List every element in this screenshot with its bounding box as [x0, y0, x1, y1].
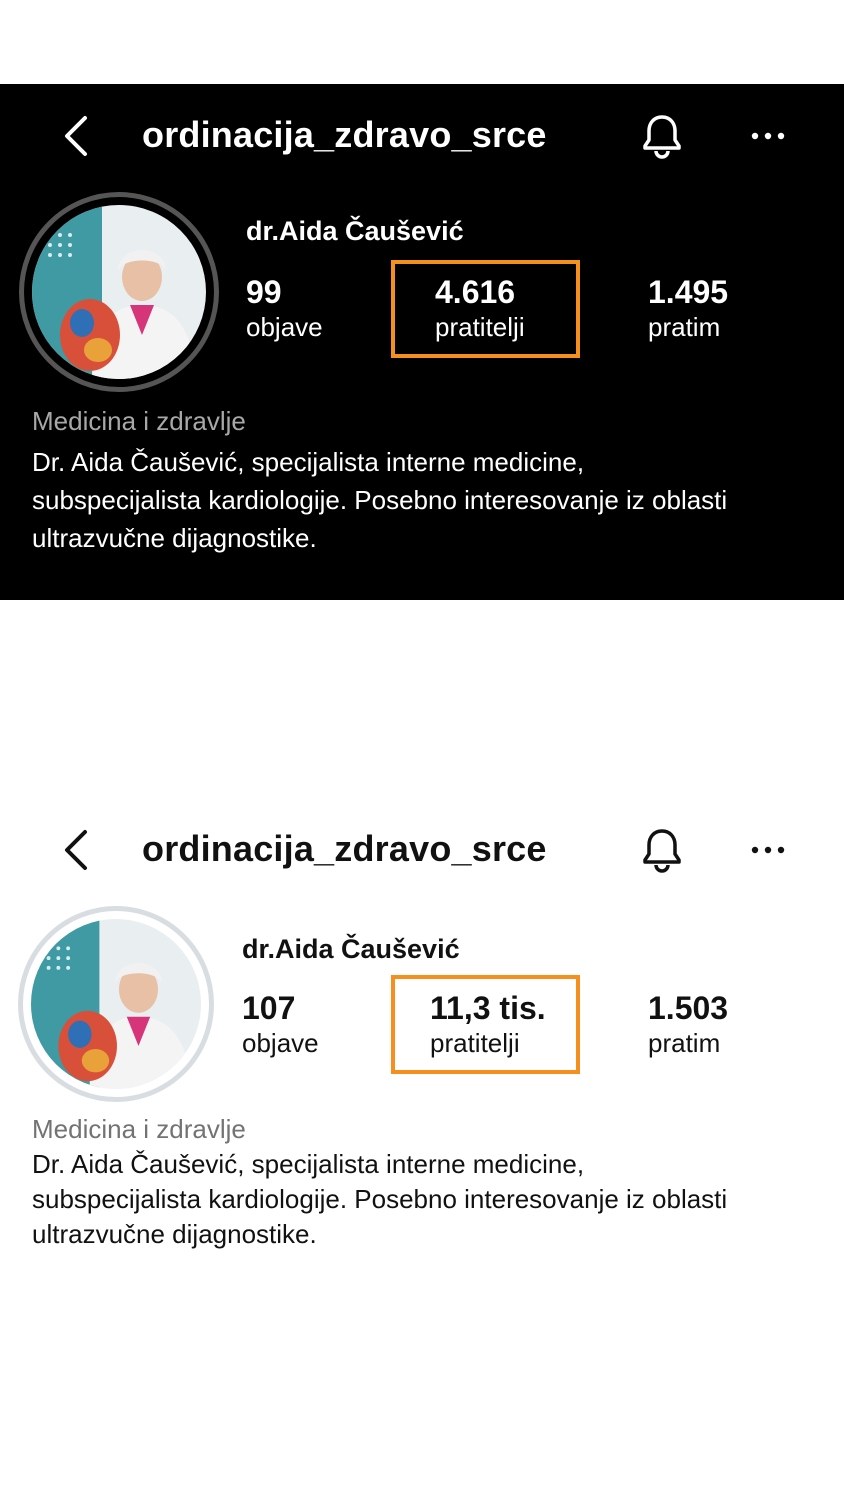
stat-posts[interactable]: 107 objave	[242, 990, 319, 1060]
chevron-left-icon	[65, 830, 87, 870]
avatar-image	[32, 205, 206, 379]
bio-line: Dr. Aida Čaušević, specijalista interne …	[32, 1149, 585, 1179]
more-options-button[interactable]	[745, 826, 791, 874]
followers-highlight-box	[391, 260, 580, 358]
notifications-button[interactable]	[638, 826, 686, 874]
posts-label: objave	[242, 1028, 319, 1058]
bio-line: ultrazvučne dijagnostike.	[32, 523, 317, 553]
profile-bio: Dr. Aida Čaušević, specijalista interne …	[32, 443, 822, 557]
following-count: 1.495	[648, 274, 729, 310]
notifications-button[interactable]	[638, 112, 686, 160]
bio-line: Dr. Aida Čaušević, specijalista interne …	[32, 447, 585, 477]
following-label: pratim	[648, 1028, 721, 1058]
back-button[interactable]	[56, 112, 96, 160]
followers-highlight-box	[391, 975, 580, 1074]
profile-category: Medicina i zdravlje	[32, 406, 246, 436]
posts-count: 107	[242, 990, 296, 1026]
bell-icon	[643, 829, 681, 873]
chevron-left-icon	[65, 116, 87, 156]
profile-bio: Dr. Aida Čaušević, specijalista interne …	[32, 1147, 822, 1252]
more-horizontal-icon	[751, 846, 785, 854]
profile-username: ordinacija_zdravo_srce	[142, 828, 547, 869]
bio-line: ultrazvučne dijagnostike.	[32, 1219, 317, 1249]
more-options-button[interactable]	[745, 112, 791, 160]
following-count: 1.503	[648, 990, 729, 1026]
avatar[interactable]	[32, 205, 206, 379]
profile-header-light: ordinacija_zdravo_srce dr.Aida Čaušević …	[0, 800, 844, 1270]
bio-line: subspecijalista kardiologije. Posebno in…	[32, 1184, 728, 1214]
avatar-image	[31, 919, 201, 1089]
stat-following[interactable]: 1.503 pratim	[648, 990, 728, 1060]
posts-count: 99	[246, 274, 282, 310]
profile-category: Medicina i zdravlje	[32, 1114, 246, 1144]
profile-header-dark: ordinacija_zdravo_srce dr.Aida Čaušević …	[0, 84, 844, 600]
bell-icon	[643, 115, 681, 159]
more-horizontal-icon	[751, 132, 785, 140]
profile-username: ordinacija_zdravo_srce	[142, 114, 547, 155]
stat-following[interactable]: 1.495 pratim	[648, 274, 728, 344]
display-name: dr.Aida Čaušević	[242, 934, 460, 964]
following-label: pratim	[648, 312, 721, 342]
avatar[interactable]	[31, 919, 201, 1089]
posts-label: objave	[246, 312, 323, 342]
display-name: dr.Aida Čaušević	[246, 216, 464, 246]
stat-posts[interactable]: 99 objave	[246, 274, 323, 344]
back-button[interactable]	[56, 826, 96, 874]
bio-line: subspecijalista kardiologije. Posebno in…	[32, 485, 728, 515]
